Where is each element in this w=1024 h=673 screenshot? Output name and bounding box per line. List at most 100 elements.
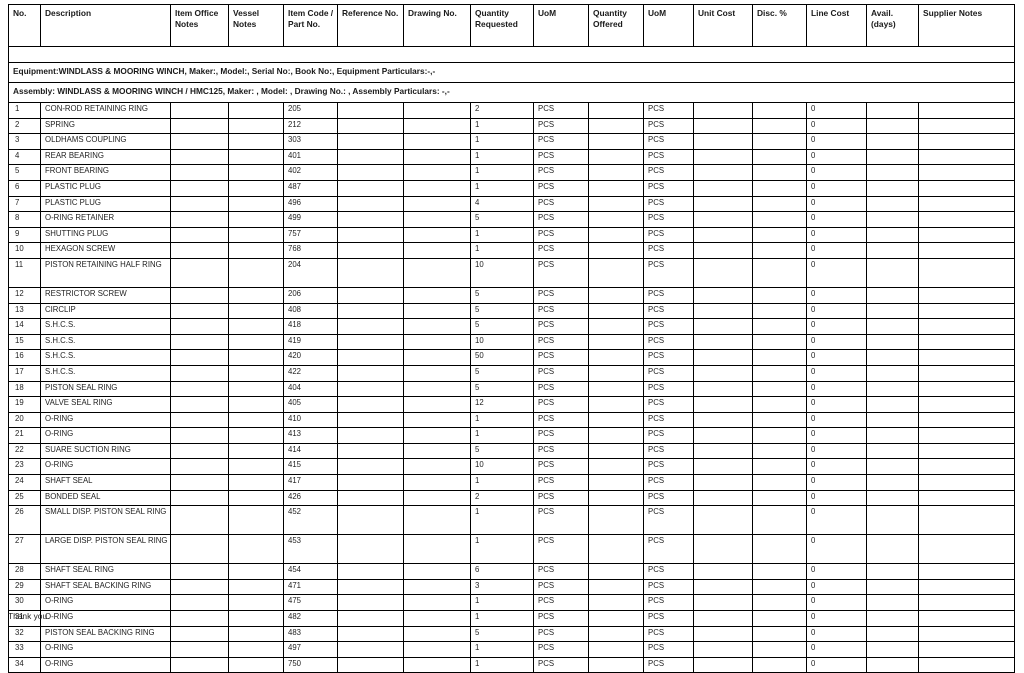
cell-supp — [918, 625, 1015, 643]
cell-ref — [337, 656, 404, 673]
cell-supp — [918, 179, 1015, 197]
cell-uom1: PCS — [533, 458, 589, 476]
cell-uom2: PCS — [643, 102, 694, 119]
cell-code: 205 — [283, 102, 338, 119]
column-header-avail[interactable]: Avail. (days) — [866, 4, 919, 47]
column-header-disc[interactable]: Disc. % — [752, 4, 807, 47]
column-header-no[interactable]: No. — [8, 4, 41, 47]
table-row[interactable]: 2 SPRING 212 1 PCS PCS 0 — [8, 117, 1015, 135]
table-row[interactable]: 26 SMALL DISP. PISTON SEAL RING 452 1 PCS PCS… — [8, 505, 1015, 536]
table-row[interactable]: 7 PLASTIC PLUG 496 4 PCS PCS 0 — [8, 195, 1015, 213]
table-row[interactable]: 24 SHAFT SEAL 417 1 PCS PCS 0 — [8, 474, 1015, 491]
cell-dwg — [403, 427, 471, 444]
cell-no: 25 — [8, 489, 41, 507]
table-row[interactable]: 6 PLASTIC PLUG 487 1 PCS PCS 0 — [8, 179, 1015, 197]
footer-note: Thank you. — [8, 611, 50, 621]
cell-dwg — [403, 563, 471, 580]
cell-uom1: PCS — [533, 333, 589, 351]
cell-uom1: PCS — [533, 257, 589, 288]
cell-avail — [866, 610, 919, 627]
cell-qoff — [588, 226, 644, 244]
column-header-uom2[interactable]: UoM — [643, 4, 694, 47]
table-row[interactable]: 18 PISTON SEAL RING 404 5 PCS PCS 0 — [8, 380, 1015, 398]
cell-line: 0 — [806, 534, 867, 565]
column-header-uom1[interactable]: UoM — [533, 4, 589, 47]
cell-ion — [170, 211, 229, 228]
table-row[interactable]: 31 O-RING 482 1 PCS PCS 0 — [8, 610, 1015, 627]
table-row[interactable]: 3 OLDHAMS COUPLING 303 1 PCS PCS 0 — [8, 133, 1015, 150]
column-header-qoff[interactable]: Quantity Offered — [588, 4, 644, 47]
table-row[interactable]: 11 PISTON RETAINING HALF RING 204 10 PCS PCS 0 — [8, 257, 1015, 288]
table-row[interactable]: 30 O-RING 475 1 PCS PCS 0 — [8, 594, 1015, 612]
cell-avail — [866, 257, 919, 288]
cell-ion — [170, 148, 229, 166]
column-header-qreq[interactable]: Quantity Requested — [470, 4, 534, 47]
cell-ion — [170, 318, 229, 335]
table-row[interactable]: 21 O-RING 413 1 PCS PCS 0 — [8, 427, 1015, 444]
table-row[interactable]: 19 VALVE SEAL RING 405 12 PCS PCS 0 — [8, 396, 1015, 413]
cell-uom1: PCS — [533, 396, 589, 413]
cell-qoff — [588, 302, 644, 320]
cell-no: 16 — [8, 349, 41, 366]
column-header-code[interactable]: Item Code / Part No. — [283, 4, 338, 47]
table-row[interactable]: 27 LARGE DISP. PISTON SEAL RING 453 1 PCS PCS… — [8, 534, 1015, 565]
cell-supp — [918, 489, 1015, 507]
table-row[interactable]: 34 O-RING 750 1 PCS PCS 0 — [8, 656, 1015, 673]
column-header-desc[interactable]: Description — [40, 4, 171, 47]
column-header-supp[interactable]: Supplier Notes — [918, 4, 1015, 47]
cell-ref — [337, 474, 404, 491]
cell-disc — [752, 427, 807, 444]
table-row[interactable]: 12 RESTRICTOR SCREW 206 5 PCS PCS 0 — [8, 286, 1015, 304]
cell-supp — [918, 380, 1015, 398]
cell-desc: PISTON SEAL RING — [40, 380, 171, 398]
column-header-ref[interactable]: Reference No. — [337, 4, 404, 47]
cell-uom2: PCS — [643, 474, 694, 491]
table-row[interactable]: 15 S.H.C.S. 419 10 PCS PCS 0 — [8, 333, 1015, 351]
table-row[interactable]: 10 HEXAGON SCREW 768 1 PCS PCS 0 — [8, 242, 1015, 259]
table-row[interactable]: 25 BONDED SEAL 426 2 PCS PCS 0 — [8, 489, 1015, 507]
table-row[interactable]: 14 S.H.C.S. 418 5 PCS PCS 0 — [8, 318, 1015, 335]
column-header-unit[interactable]: Unit Cost — [693, 4, 753, 47]
column-header-ion[interactable]: Item Office Notes — [170, 4, 229, 47]
table-row[interactable]: 17 S.H.C.S. 422 5 PCS PCS 0 — [8, 364, 1015, 382]
column-header-line[interactable]: Line Cost — [806, 4, 867, 47]
cell-qreq: 5 — [470, 380, 534, 398]
cell-uom1: PCS — [533, 286, 589, 304]
table-row[interactable]: 8 O-RING RETAINER 499 5 PCS PCS 0 — [8, 211, 1015, 228]
cell-desc: S.H.C.S. — [40, 364, 171, 382]
table-row[interactable]: 28 SHAFT SEAL RING 454 6 PCS PCS 0 — [8, 563, 1015, 580]
cell-disc — [752, 302, 807, 320]
table-row[interactable]: 1 CON-ROD RETAINING RING 205 2 PCS PCS 0 — [8, 102, 1015, 119]
column-header-vn[interactable]: Vessel Notes — [228, 4, 284, 47]
cell-vn — [228, 164, 284, 181]
cell-qreq: 5 — [470, 442, 534, 460]
cell-avail — [866, 179, 919, 197]
cell-ion — [170, 364, 229, 382]
table-row[interactable]: 20 O-RING 410 1 PCS PCS 0 — [8, 411, 1015, 429]
column-header-dwg[interactable]: Drawing No. — [403, 4, 471, 47]
cell-desc: O-RING RETAINER — [40, 211, 171, 228]
cell-no: 2 — [8, 117, 41, 135]
table-row[interactable]: 5 FRONT BEARING 402 1 PCS PCS 0 — [8, 164, 1015, 181]
table-row[interactable]: 23 O-RING 415 10 PCS PCS 0 — [8, 458, 1015, 476]
cell-desc: S.H.C.S. — [40, 318, 171, 335]
table-row[interactable]: 9 SHUTTING PLUG 757 1 PCS PCS 0 — [8, 226, 1015, 244]
table-row[interactable]: 32 PISTON SEAL BACKING RING 483 5 PCS PCS 0 — [8, 625, 1015, 643]
cell-uom2: PCS — [643, 380, 694, 398]
cell-ref — [337, 380, 404, 398]
table-row[interactable]: 16 S.H.C.S. 420 50 PCS PCS 0 — [8, 349, 1015, 366]
spacer-cell — [8, 46, 1015, 63]
cell-qreq: 5 — [470, 302, 534, 320]
cell-avail — [866, 505, 919, 536]
table-row[interactable]: 4 REAR BEARING 401 1 PCS PCS 0 — [8, 148, 1015, 166]
cell-ion — [170, 610, 229, 627]
cell-code: 483 — [283, 625, 338, 643]
cell-vn — [228, 563, 284, 580]
table-row[interactable]: 13 CIRCLIP 408 5 PCS PCS 0 — [8, 302, 1015, 320]
table-row[interactable]: 22 SUARE SUCTION RING 414 5 PCS PCS 0 — [8, 442, 1015, 460]
cell-line: 0 — [806, 195, 867, 213]
cell-ion — [170, 302, 229, 320]
cell-qreq: 1 — [470, 427, 534, 444]
table-row[interactable]: 29 SHAFT SEAL BACKING RING 471 3 PCS PCS 0 — [8, 578, 1015, 596]
cell-supp — [918, 164, 1015, 181]
